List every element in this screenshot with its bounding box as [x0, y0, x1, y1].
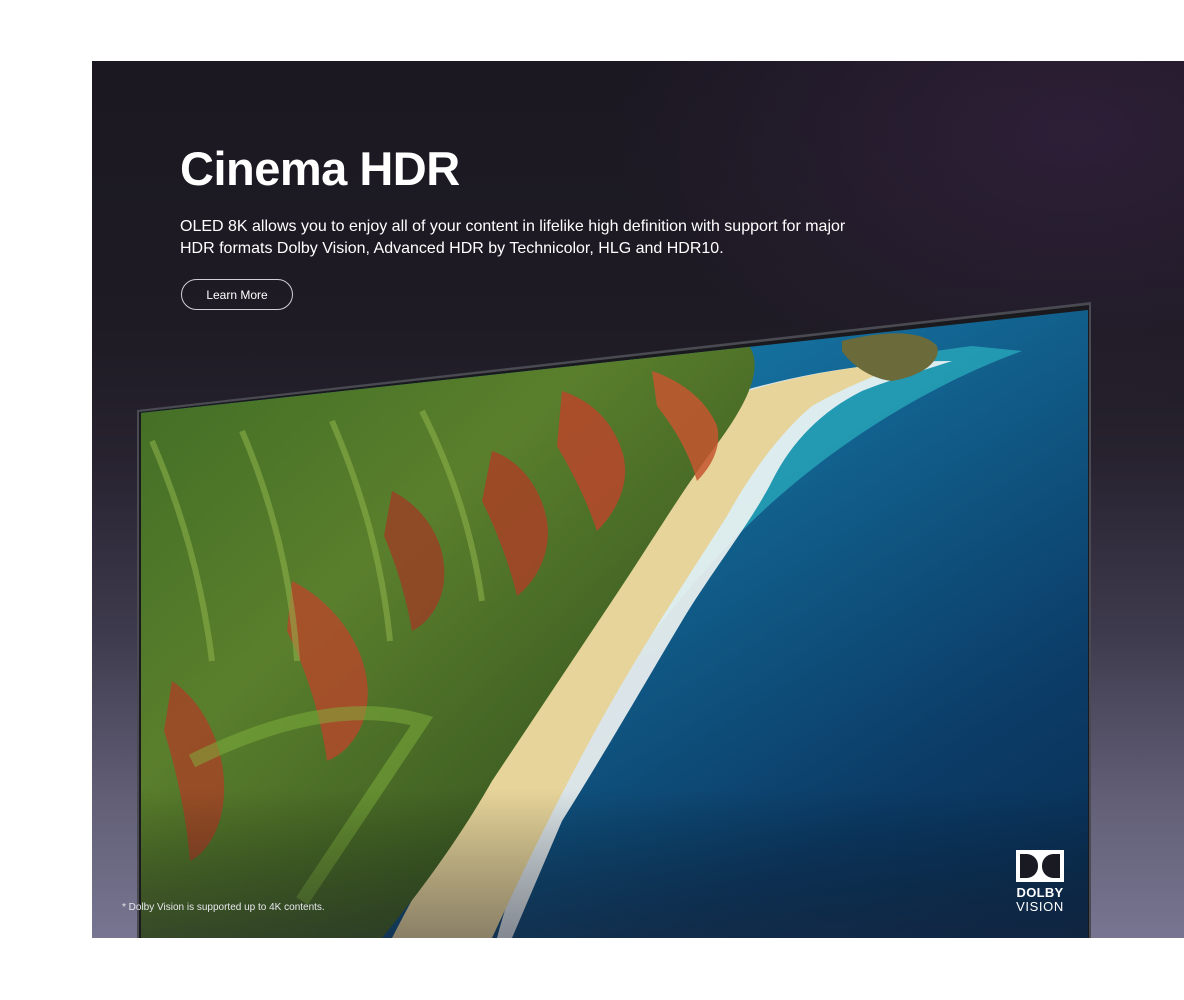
vision-label: VISION	[1016, 899, 1064, 914]
hero-description: OLED 8K allows you to enjoy all of your …	[180, 218, 846, 257]
cinema-hdr-banner: Cinema HDR OLED 8K allows you to enjoy a…	[92, 61, 1184, 938]
page-title: Cinema HDR	[180, 142, 460, 195]
dolby-double-d-icon	[1016, 850, 1064, 882]
dolby-label: DOLBY	[1016, 885, 1064, 900]
learn-more-button[interactable]: Learn More	[181, 279, 293, 310]
dolby-vision-badge: DOLBY VISION	[1012, 849, 1068, 914]
footnote: * Dolby Vision is supported up to 4K con…	[122, 902, 325, 913]
